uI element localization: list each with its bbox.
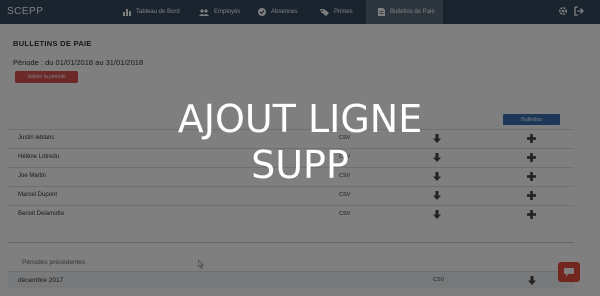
- caption-overlay: AJOUT LIGNE SUPP: [0, 0, 600, 296]
- caption-text: AJOUT LIGNE SUPP: [0, 96, 600, 188]
- caption-line-2: SUPP: [251, 143, 349, 187]
- caption-line-1: AJOUT LIGNE: [177, 97, 423, 141]
